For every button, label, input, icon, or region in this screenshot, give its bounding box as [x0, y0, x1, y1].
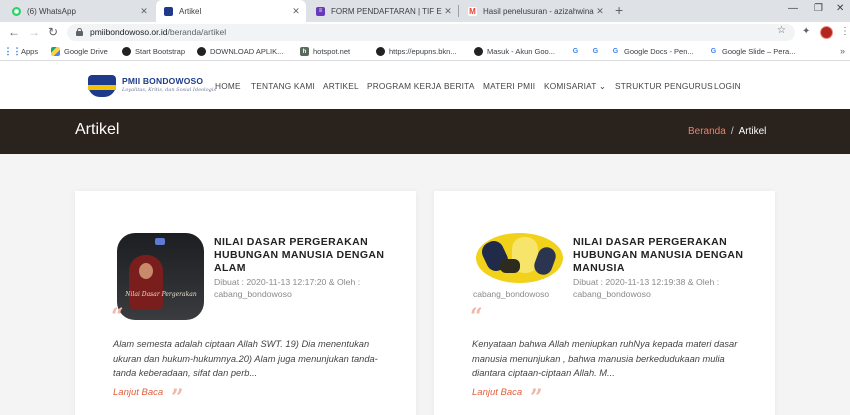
- restore-icon[interactable]: ❐: [814, 3, 823, 14]
- read-more-link[interactable]: Lanjut Baca: [113, 387, 163, 398]
- nav-home[interactable]: HOME: [215, 81, 241, 91]
- quote-close-icon: ”: [171, 385, 184, 411]
- thumbnail-caption: Nilai Dasar Pergerakan: [125, 291, 197, 298]
- nav-tentang-kami[interactable]: TENTANG KAMI: [251, 81, 315, 91]
- article-excerpt: Kenyataan bahwa Allah meniupkan ruhNya k…: [472, 339, 738, 378]
- bookmark-masuk-akun-google[interactable]: Masuk - Akun Goo...: [474, 47, 555, 56]
- browser-menu-icon[interactable]: ⋮: [840, 26, 850, 37]
- nav-login[interactable]: LOGIN: [714, 81, 741, 91]
- nav-artikel[interactable]: ARTIKEL: [323, 81, 359, 91]
- whatsapp-icon: ◉: [12, 6, 21, 16]
- quote-open-icon: “: [111, 304, 124, 330]
- reload-icon[interactable]: ↻: [48, 25, 58, 39]
- google-icon: G: [710, 48, 717, 55]
- nav-struktur-pengurus[interactable]: STRUKTUR PENGURUS: [615, 81, 713, 91]
- bookmarks-bar: ⋮⋮ Apps Google Drive Start Bootstrap DOW…: [0, 43, 850, 61]
- article-title[interactable]: NILAI DASAR PERGERAKAN HUBUNGAN MANUSIA …: [214, 236, 394, 275]
- breadcrumb: Beranda / Artikel: [688, 126, 766, 137]
- bookmark-google-drive[interactable]: Google Drive: [51, 47, 108, 56]
- pmii-logo[interactable]: [88, 75, 118, 97]
- quote-open-icon: “: [470, 304, 483, 330]
- browser-toolbar: ← → ↻ pmiibondowoso.or.id/beranda/artike…: [0, 22, 850, 43]
- nav-komisariat[interactable]: KOMISARIAT ⌄: [544, 81, 606, 91]
- window-close-icon[interactable]: ✕: [836, 3, 844, 14]
- quote-close-icon: ”: [530, 385, 543, 411]
- google-icon: G: [592, 48, 599, 55]
- tab-title: Artikel: [179, 6, 202, 16]
- nav-program-kerja[interactable]: PROGRAM KERJA: [367, 81, 442, 91]
- back-icon[interactable]: ←: [8, 25, 20, 39]
- hotspot-icon: h: [300, 47, 309, 56]
- tab-separator: [458, 5, 459, 17]
- read-more-link[interactable]: Lanjut Baca: [472, 387, 522, 398]
- extensions-puzzle-icon[interactable]: ✦: [802, 26, 810, 37]
- article-card: cabang_bondowoso NILAI DASAR PERGERAKAN …: [434, 191, 775, 415]
- bookmark-start-bootstrap[interactable]: Start Bootstrap: [122, 47, 185, 56]
- tab-gmail[interactable]: M Hasil penelusuran - azizahwinarsih ✕: [460, 0, 610, 22]
- bookmark-apps[interactable]: ⋮⋮ Apps: [3, 46, 39, 56]
- browser-tab-strip: ◉ (6) WhatsApp ✕ Artikel ✕ ≡ FORM PENDAF…: [0, 0, 850, 22]
- article-title[interactable]: NILAI DASAR PERGERAKAN HUBUNGAN MANUSIA …: [573, 236, 753, 275]
- forward-icon[interactable]: →: [28, 25, 40, 39]
- close-tab-icon[interactable]: ✕: [442, 6, 454, 17]
- gmail-icon: M: [468, 6, 477, 16]
- bookmark-epupns[interactable]: https://epupns.bkn...: [376, 47, 457, 56]
- article-thumbnail[interactable]: Nilai Dasar Pergerakan: [117, 233, 204, 320]
- url-text[interactable]: pmiibondowoso.or.id/beranda/artikel: [90, 27, 226, 37]
- bookmark-star-icon[interactable]: ☆: [777, 25, 786, 36]
- close-tab-icon[interactable]: ✕: [594, 6, 606, 17]
- bookmark-google-docs[interactable]: G Google Docs - Pen...: [611, 47, 694, 56]
- bookmark-google-slide[interactable]: G Google Slide – Pera...: [709, 47, 796, 56]
- tab-whatsapp[interactable]: ◉ (6) WhatsApp ✕: [4, 0, 154, 22]
- google-drive-icon: [51, 47, 60, 56]
- page-title: Artikel: [75, 121, 120, 138]
- more-bookmarks-icon[interactable]: »: [840, 46, 845, 56]
- google-icon: G: [572, 48, 579, 55]
- breadcrumb-current: Artikel: [738, 126, 767, 137]
- site-navbar: PMII BONDOWOSO Loyalitas, Kritis, dan So…: [0, 61, 850, 109]
- minimize-icon[interactable]: —: [788, 3, 798, 14]
- lock-icon: [76, 28, 83, 36]
- breadcrumb-home-link[interactable]: Beranda: [688, 126, 726, 137]
- nav-materi-pmii[interactable]: MATERI PMII: [483, 81, 535, 91]
- brand-name[interactable]: PMII BONDOWOSO: [122, 76, 203, 86]
- article-author: cabang_bondowoso: [473, 289, 550, 299]
- profile-avatar[interactable]: [820, 26, 833, 39]
- google-icon: G: [612, 48, 619, 55]
- article-thumbnail[interactable]: [476, 233, 563, 283]
- article-meta: Dibuat : 2020-11-13 12:19:38 & Oleh : ca…: [573, 277, 720, 299]
- new-tab-button[interactable]: +: [615, 2, 623, 18]
- bookmark-google-2[interactable]: G: [591, 47, 604, 56]
- page-header-banner: Artikel Beranda / Artikel: [0, 109, 850, 154]
- pmii-logo-icon: [164, 6, 173, 16]
- article-card: Nilai Dasar Pergerakan NILAI DASAR PERGE…: [75, 191, 416, 415]
- tab-artikel[interactable]: Artikel ✕: [156, 0, 306, 22]
- bookmark-download-aplik[interactable]: DOWNLOAD APLIK...: [197, 47, 283, 56]
- tab-title: Hasil penelusuran - azizahwinarsih: [483, 6, 594, 16]
- address-bar[interactable]: pmiibondowoso.or.id/beranda/artikel: [67, 24, 795, 41]
- nav-berita[interactable]: BERITA: [444, 81, 475, 91]
- google-forms-icon: ≡: [316, 6, 325, 16]
- globe-icon: [474, 47, 483, 56]
- bootstrap-icon: [122, 47, 131, 56]
- globe-icon: [197, 47, 206, 56]
- close-tab-icon[interactable]: ✕: [290, 6, 302, 17]
- tab-title: (6) WhatsApp: [27, 6, 76, 16]
- tab-form-pendaftaran[interactable]: ≡ FORM PENDAFTARAN | TIF EXHIBITION ✕: [308, 0, 458, 22]
- tab-title: FORM PENDAFTARAN | TIF EXHIBITION: [331, 6, 442, 16]
- chevron-down-icon: ⌄: [598, 81, 607, 91]
- pmii-emblem-icon: [155, 238, 165, 245]
- globe-icon: [376, 47, 385, 56]
- close-tab-icon[interactable]: ✕: [138, 6, 150, 17]
- bookmark-hotspot[interactable]: h hotspot.net: [300, 47, 350, 56]
- breadcrumb-separator: /: [730, 126, 734, 137]
- bookmark-google-1[interactable]: G: [571, 47, 584, 56]
- apps-grid-icon: ⋮⋮: [3, 46, 22, 56]
- article-meta: Dibuat : 2020-11-13 12:17:20 & Oleh : ca…: [214, 277, 361, 299]
- article-excerpt: Alam semesta adalah ciptaan Allah SWT. 1…: [113, 339, 378, 378]
- brand-tagline: Loyalitas, Kritis, dan Sosial Ideologis: [122, 87, 217, 93]
